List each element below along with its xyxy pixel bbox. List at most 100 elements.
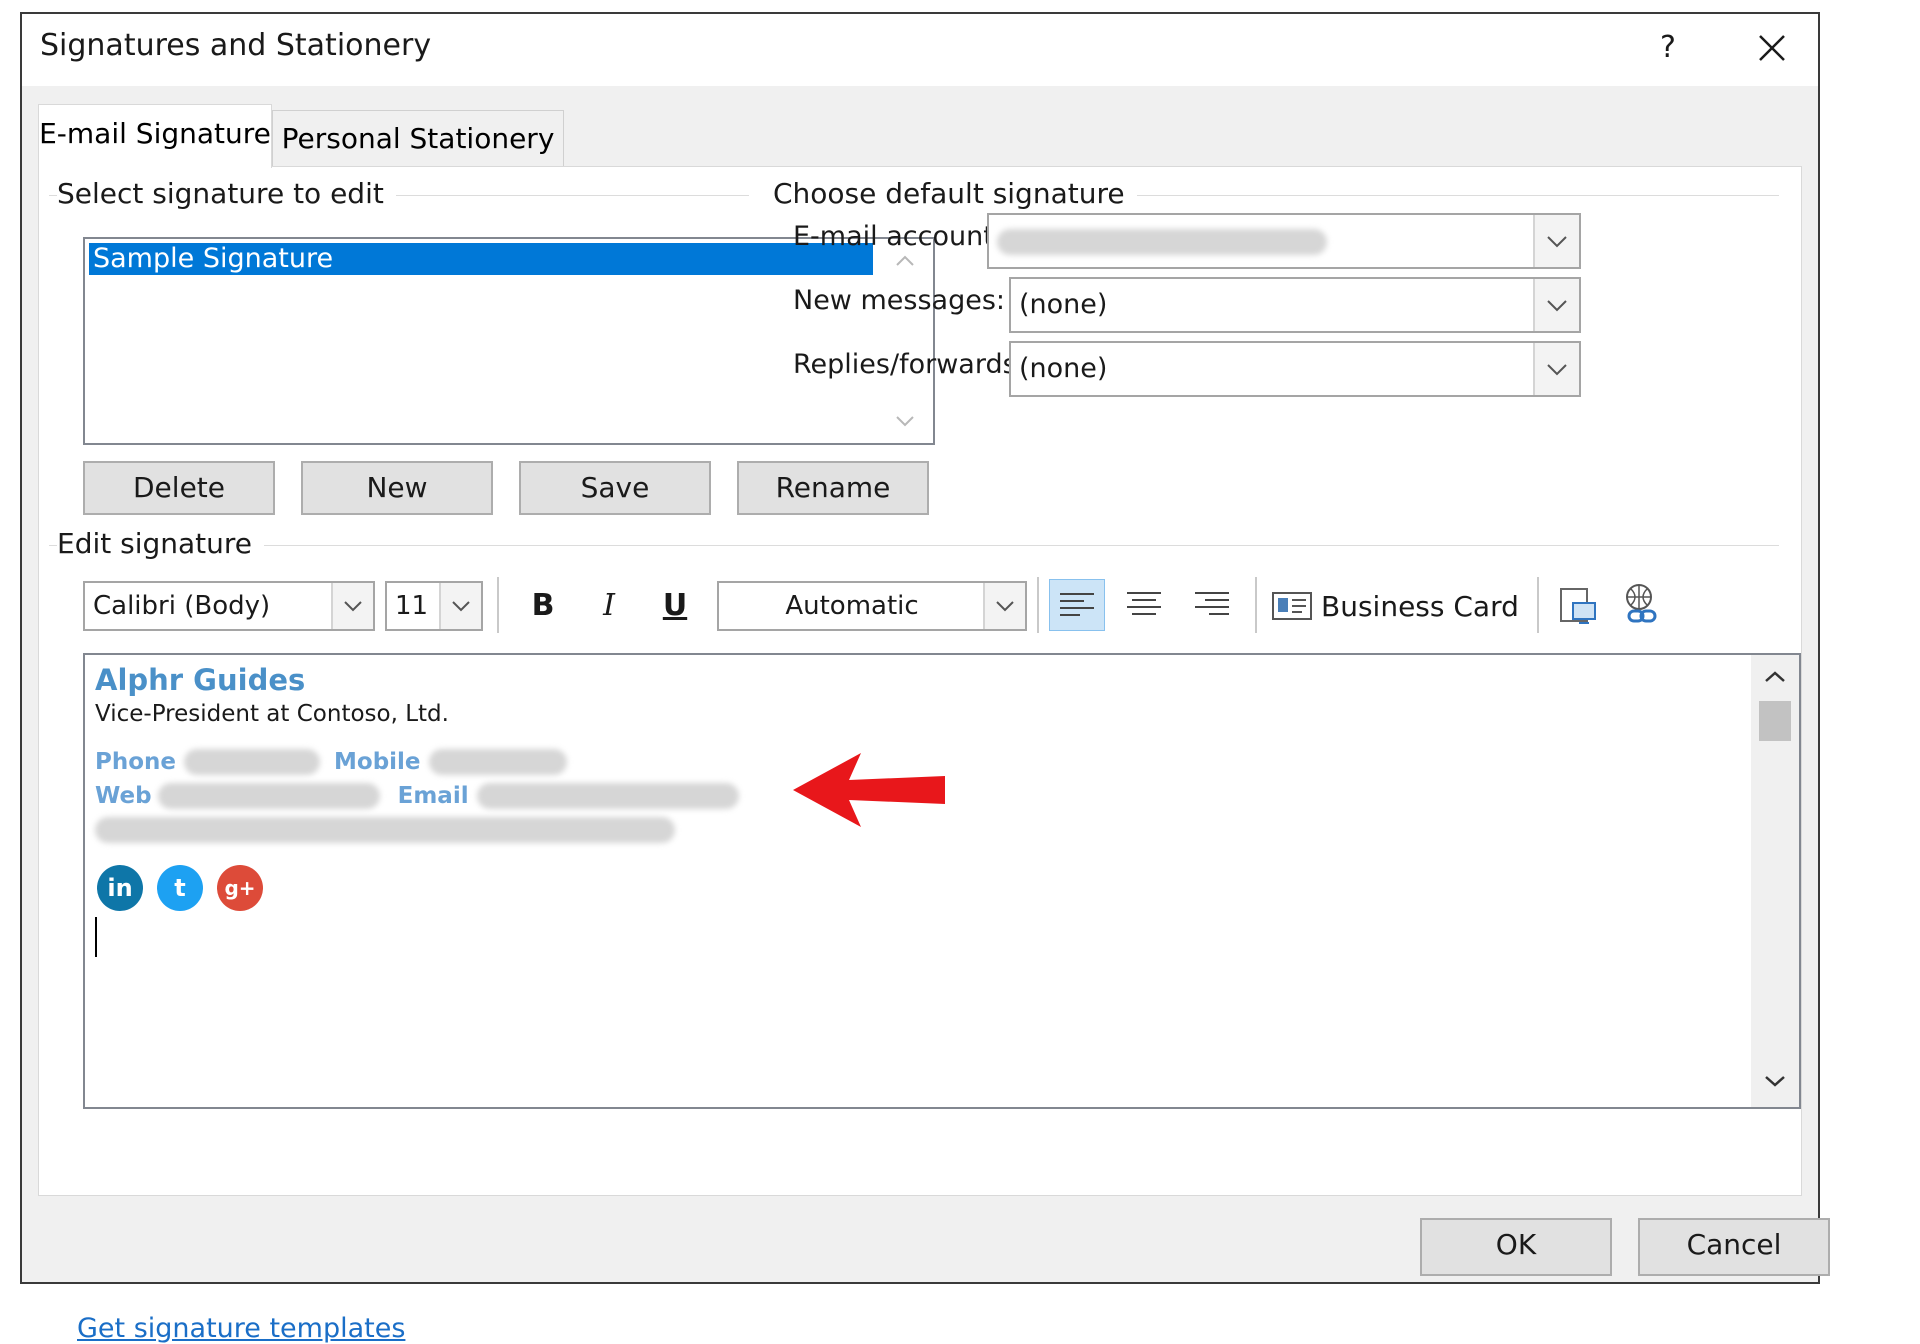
align-center-button[interactable] xyxy=(1117,579,1173,631)
insert-picture-button[interactable] xyxy=(1553,581,1603,631)
business-card-label: Business Card xyxy=(1321,589,1519,623)
dropdown-button[interactable] xyxy=(1533,343,1579,395)
arrow-left-icon xyxy=(793,753,945,827)
font-name-value: Calibri (Body) xyxy=(93,591,271,621)
align-left-button[interactable] xyxy=(1049,579,1105,631)
email-account-label: E-mail account: xyxy=(793,221,1003,252)
new-messages-label: New messages: xyxy=(793,285,1005,316)
chevron-down-icon xyxy=(1547,364,1567,376)
align-right-icon xyxy=(1195,592,1229,615)
underline-button[interactable]: U xyxy=(653,581,697,631)
default-signature-label: Choose default signature xyxy=(773,177,1137,210)
hyperlink-icon xyxy=(1626,584,1657,623)
business-card-button[interactable]: Business Card xyxy=(1271,581,1519,631)
email-value-redacted xyxy=(476,783,739,809)
scroll-thumb[interactable] xyxy=(1759,701,1791,741)
web-label: Web xyxy=(95,783,152,809)
font-size-value: 11 xyxy=(395,591,429,621)
address-value-redacted xyxy=(95,817,675,843)
chevron-down-icon xyxy=(996,601,1014,612)
dropdown-button[interactable] xyxy=(439,583,481,629)
email-label: Email xyxy=(397,783,469,809)
dropdown-button[interactable] xyxy=(1533,215,1579,267)
font-color-select[interactable]: Automatic xyxy=(717,581,1027,631)
insert-hyperlink-button[interactable] xyxy=(1617,579,1667,631)
google-plus-icon[interactable]: g+ xyxy=(217,865,263,911)
new-messages-select[interactable]: (none) xyxy=(1009,277,1581,333)
tab-personal-stationery[interactable]: Personal Stationery xyxy=(272,110,564,166)
insert-picture-icon xyxy=(1560,588,1596,624)
delete-button[interactable]: Delete xyxy=(83,461,275,515)
mobile-value-redacted xyxy=(428,749,567,775)
red-arrow-annotation xyxy=(793,753,945,831)
help-button[interactable]: ? xyxy=(1638,26,1698,70)
dropdown-button[interactable] xyxy=(1533,279,1579,331)
toolbar-separator xyxy=(497,577,499,633)
web-value-redacted xyxy=(157,783,380,809)
text-caret xyxy=(95,917,97,957)
rename-button[interactable]: Rename xyxy=(737,461,929,515)
chevron-up-icon[interactable] xyxy=(1761,667,1789,687)
chevron-down-icon[interactable] xyxy=(1761,1071,1789,1091)
close-button[interactable] xyxy=(1742,26,1802,70)
editor-scrollbar[interactable] xyxy=(1751,655,1799,1107)
title-bar: Signatures and Stationery ? xyxy=(22,14,1818,86)
toolbar-separator xyxy=(1537,577,1539,633)
dropdown-button[interactable] xyxy=(983,583,1025,629)
twitter-icon[interactable]: t xyxy=(157,865,203,911)
chevron-up-icon[interactable] xyxy=(893,251,917,271)
group-divider xyxy=(49,545,1779,546)
chevron-down-icon xyxy=(344,601,362,612)
toolbar-separator xyxy=(1255,577,1257,633)
list-item-selected[interactable]: Sample Signature xyxy=(89,243,873,275)
phone-value-redacted xyxy=(184,749,321,775)
email-account-value-redacted xyxy=(997,228,1327,255)
chevron-down-icon xyxy=(1547,300,1567,312)
cancel-button[interactable]: Cancel xyxy=(1638,1218,1830,1276)
signatures-dialog: Signatures and Stationery ? E-mail Signa… xyxy=(20,12,1830,1344)
signature-contact-row: Phone Mobile xyxy=(95,749,567,775)
replies-forwards-select[interactable]: (none) xyxy=(1009,341,1581,397)
font-name-select[interactable]: Calibri (Body) xyxy=(83,581,375,631)
tab-panel: Select signature to edit Sample Signatur… xyxy=(38,166,1802,1344)
email-account-select[interactable] xyxy=(987,213,1581,269)
select-signature-label: Select signature to edit xyxy=(57,177,396,210)
mobile-label: Mobile xyxy=(334,749,421,775)
italic-button[interactable]: I xyxy=(587,581,631,631)
signature-editor[interactable]: Alphr Guides Vice-President at Contoso, … xyxy=(83,653,1801,1109)
signature-address-row xyxy=(95,817,675,843)
chevron-down-icon[interactable] xyxy=(893,411,917,431)
align-left-icon xyxy=(1060,593,1094,616)
signature-list[interactable]: Sample Signature xyxy=(83,237,935,445)
edit-signature-label: Edit signature xyxy=(57,527,265,560)
new-button[interactable]: New xyxy=(301,461,493,515)
get-signature-templates-link[interactable]: Get signature templates xyxy=(77,1313,405,1344)
social-icons: in t g+ xyxy=(97,865,263,911)
dropdown-button[interactable] xyxy=(331,583,373,629)
ok-button[interactable]: OK xyxy=(1420,1218,1612,1276)
bold-button[interactable]: B xyxy=(521,581,565,631)
business-card-icon xyxy=(1272,592,1312,620)
chevron-down-icon xyxy=(452,601,470,612)
font-color-value: Automatic xyxy=(785,591,919,621)
phone-label: Phone xyxy=(95,749,177,775)
list-scrollbar[interactable] xyxy=(879,239,931,443)
align-right-button[interactable] xyxy=(1185,579,1241,631)
replies-forwards-value: (none) xyxy=(1019,353,1108,384)
align-center-icon xyxy=(1127,592,1161,615)
chevron-down-icon xyxy=(1547,236,1567,248)
tab-personal-stationery-label: Personal Stationery xyxy=(281,122,555,155)
font-size-select[interactable]: 11 xyxy=(385,581,483,631)
tab-email-signature[interactable]: E-mail Signature xyxy=(38,104,272,168)
signature-title: Vice-President at Contoso, Ltd. xyxy=(95,701,449,727)
toolbar-separator xyxy=(1037,577,1039,633)
signature-name: Alphr Guides xyxy=(95,663,306,697)
new-messages-value: (none) xyxy=(1019,289,1108,320)
linkedin-icon[interactable]: in xyxy=(97,865,143,911)
save-button[interactable]: Save xyxy=(519,461,711,515)
replies-forwards-label: Replies/forwards: xyxy=(793,349,1026,380)
close-icon xyxy=(1759,35,1785,61)
tab-email-signature-label: E-mail Signature xyxy=(39,117,271,150)
window-title: Signatures and Stationery xyxy=(40,28,432,63)
signature-web-row: Web Email xyxy=(95,783,739,809)
